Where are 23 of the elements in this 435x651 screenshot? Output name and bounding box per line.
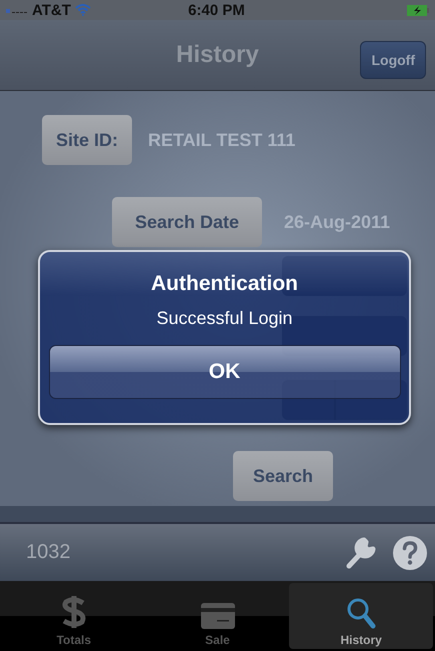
search-date-button[interactable]: Search Date [112, 197, 262, 247]
site-id-button[interactable]: Site ID: [42, 115, 132, 165]
tab-item[interactable]: Sale [146, 583, 290, 649]
help-icon[interactable] [393, 536, 427, 570]
ok-button[interactable]: OK [48, 345, 400, 399]
status-time: 6:40 PM [187, 2, 246, 18]
tab-item[interactable]: History [289, 583, 434, 649]
wifi-icon [74, 4, 91, 16]
alert-title: Authentication [151, 272, 298, 296]
tab-item[interactable]: Totals [2, 583, 146, 649]
logoff-button[interactable]: Logoff [360, 41, 426, 79]
record-count: 1032 [26, 541, 70, 564]
signal-icon [6, 6, 28, 14]
alert-message: Successful Login [156, 308, 293, 329]
search-date-value: 26-Aug-2011 [284, 212, 390, 232]
search-button[interactable]: Search [233, 451, 333, 501]
dollar-icon [60, 595, 88, 629]
card-icon [200, 603, 234, 629]
carrier-name: AT&T [32, 2, 71, 18]
site-id-value: RETAIL TEST 111 [148, 130, 296, 150]
search-icon [346, 597, 376, 629]
nav-title: History [176, 41, 259, 69]
battery-icon [407, 4, 429, 16]
